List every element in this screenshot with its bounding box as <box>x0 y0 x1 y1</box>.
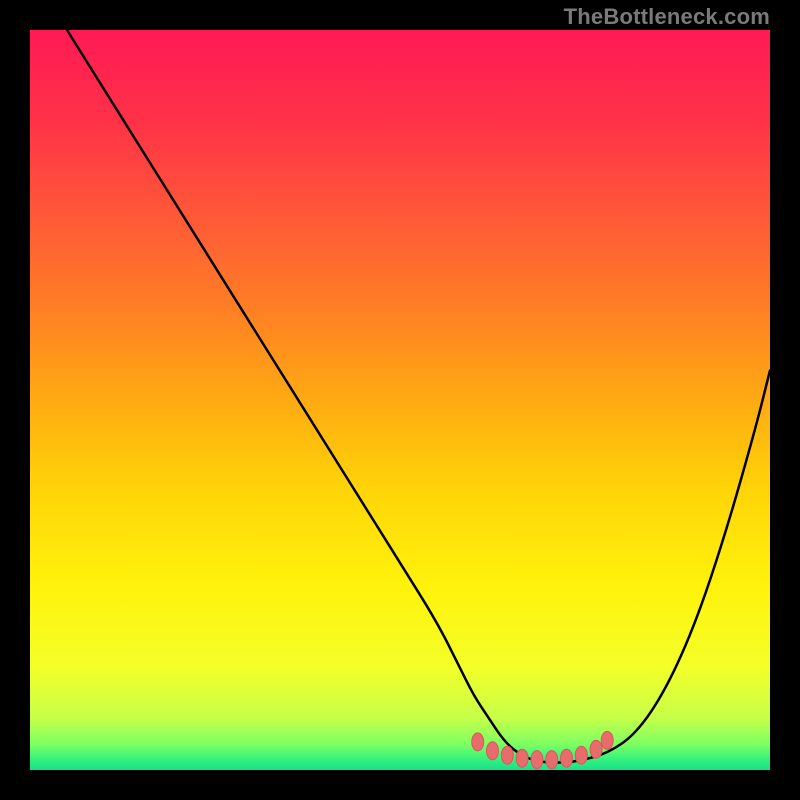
plot-area <box>30 30 770 770</box>
optimal-marker <box>487 742 499 760</box>
optimal-marker <box>516 749 528 767</box>
optimal-marker <box>472 733 484 751</box>
gradient-background <box>30 30 770 770</box>
optimal-marker <box>546 751 558 769</box>
watermark-text: TheBottleneck.com <box>564 4 770 30</box>
optimal-marker <box>531 751 543 769</box>
bottleneck-chart-svg <box>30 30 770 770</box>
optimal-marker <box>501 746 513 764</box>
optimal-marker <box>561 749 573 767</box>
chart-frame: TheBottleneck.com <box>0 0 800 800</box>
optimal-marker <box>575 746 587 764</box>
optimal-marker <box>590 740 602 758</box>
optimal-marker <box>601 731 613 749</box>
